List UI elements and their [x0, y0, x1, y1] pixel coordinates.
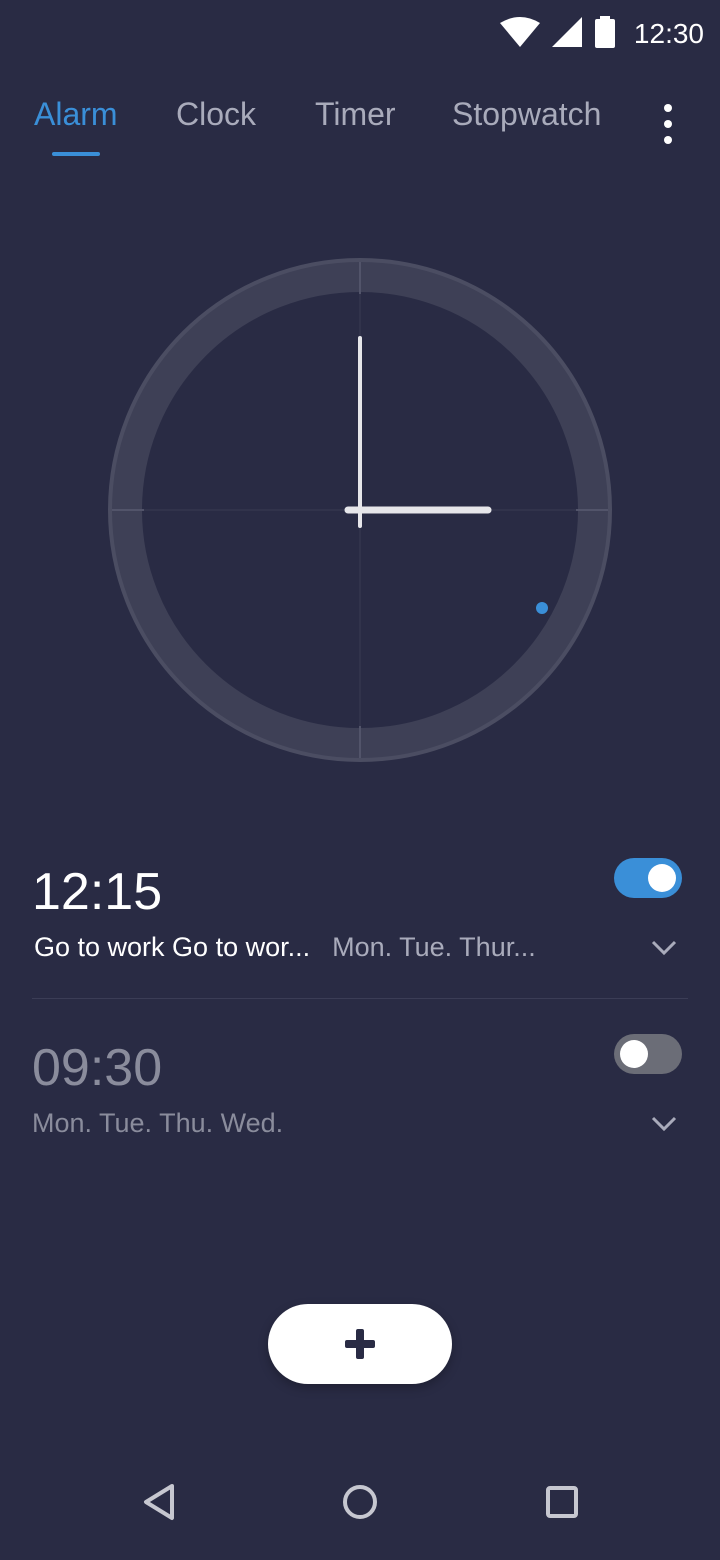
status-time: 12:30 [633, 18, 704, 49]
alarm-screen: 12:30 Alarm Clock Timer Stopwatch 12:15 … [0, 0, 720, 1560]
chevron-down-icon[interactable] [650, 938, 678, 958]
plus-icon [345, 1329, 375, 1359]
add-alarm-button[interactable] [268, 1304, 452, 1384]
battery-icon [594, 15, 616, 53]
toggle-knob [620, 1040, 648, 1068]
more-vert-dot [664, 120, 672, 128]
alarm-days: Mon. Tue. Thu. Wed. [32, 1108, 284, 1138]
clock-face [108, 258, 612, 762]
more-vert-icon [664, 104, 672, 112]
system-navigation-bar [0, 1450, 720, 1560]
tab-timer[interactable]: Timer [315, 96, 396, 133]
status-icons: 12:30 [499, 15, 704, 53]
alarm-label: Go to work Go to wor... [34, 932, 311, 962]
wifi-icon [499, 16, 540, 52]
tab-bar: Alarm Clock Timer Stopwatch [0, 96, 720, 166]
active-tab-indicator [52, 152, 100, 156]
alarm-toggle[interactable] [614, 858, 682, 898]
toggle-knob [648, 864, 676, 892]
alarm-marker-dot [536, 602, 548, 614]
chevron-down-icon[interactable] [650, 1114, 678, 1134]
more-options-button[interactable] [656, 104, 680, 144]
alarm-item[interactable]: 12:15 Go to work Go to wor... Mon. Tue. T… [32, 858, 688, 972]
back-icon[interactable] [138, 1480, 182, 1524]
alarm-days: Mon. Tue. Thur... [332, 932, 536, 962]
alarm-details: Mon. Tue. Thu. Wed. [32, 1108, 283, 1139]
tab-clock[interactable]: Clock [176, 96, 256, 133]
alarm-details: Go to work Go to wor... Mon. Tue. Thur... [34, 932, 536, 963]
status-bar: 12:30 [0, 0, 720, 70]
home-icon[interactable] [338, 1480, 382, 1524]
alarm-item[interactable]: 09:30 Mon. Tue. Thu. Wed. [32, 1034, 688, 1148]
more-vert-dot [664, 136, 672, 144]
alarm-toggle[interactable] [614, 1034, 682, 1074]
alarm-time: 12:15 [32, 863, 163, 921]
tab-stopwatch[interactable]: Stopwatch [452, 96, 601, 133]
analog-clock [108, 258, 612, 762]
cellular-signal-icon [551, 16, 582, 52]
alarm-time: 09:30 [32, 1039, 163, 1097]
tab-alarm[interactable]: Alarm [34, 96, 118, 133]
divider [32, 998, 688, 999]
recents-icon[interactable] [540, 1480, 584, 1524]
